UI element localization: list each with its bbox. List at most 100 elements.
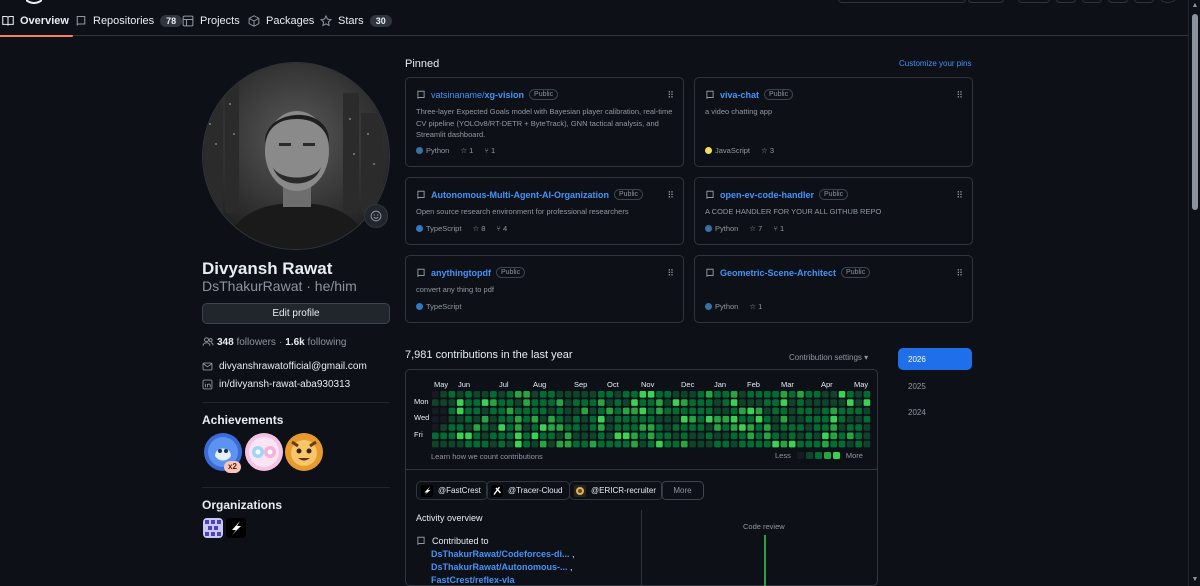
contribution-day-cell[interactable] — [739, 424, 746, 431]
contribution-day-cell[interactable] — [805, 399, 813, 406]
contribution-day-cell[interactable] — [556, 391, 564, 398]
contribution-day-cell[interactable] — [697, 399, 705, 406]
contribution-day-cell[interactable] — [647, 424, 655, 431]
contribution-day-cell[interactable] — [481, 432, 489, 440]
contribution-day-cell[interactable] — [631, 424, 638, 431]
contribution-day-cell[interactable] — [805, 424, 813, 431]
contribution-day-cell[interactable] — [631, 440, 638, 448]
contribution-day-cell[interactable] — [581, 424, 588, 431]
contribution-day-cell[interactable] — [714, 407, 721, 415]
contribution-day-cell[interactable] — [490, 407, 497, 415]
contribution-day-cell[interactable] — [813, 415, 821, 423]
contribution-day-cell[interactable] — [697, 432, 705, 440]
contribution-day-cell[interactable] — [714, 391, 721, 398]
contribution-day-cell[interactable] — [705, 407, 713, 415]
contribution-day-cell[interactable] — [847, 399, 854, 406]
contribution-day-cell[interactable] — [764, 424, 771, 431]
top-search-fragment[interactable] — [838, 0, 966, 3]
organization-avatar[interactable] — [226, 518, 246, 538]
contribution-day-cell[interactable] — [656, 440, 663, 448]
contribution-day-cell[interactable] — [672, 440, 680, 448]
contribution-day-cell[interactable] — [822, 399, 829, 406]
contribution-day-cell[interactable] — [631, 391, 638, 398]
set-status-button[interactable] — [364, 204, 388, 228]
contribution-day-cell[interactable] — [548, 399, 555, 406]
contribution-day-cell[interactable] — [498, 399, 505, 406]
contribution-day-cell[interactable] — [705, 391, 713, 398]
contribution-day-cell[interactable] — [432, 399, 439, 406]
contribution-day-cell[interactable] — [581, 399, 588, 406]
contribution-day-cell[interactable] — [598, 415, 605, 423]
contribution-day-cell[interactable] — [755, 399, 763, 406]
contribution-day-cell[interactable] — [855, 440, 862, 448]
contribution-day-cell[interactable] — [797, 415, 804, 423]
contribution-day-cell[interactable] — [448, 424, 456, 431]
contribution-day-cell[interactable] — [805, 391, 813, 398]
contribution-day-cell[interactable] — [548, 424, 555, 431]
contribution-day-cell[interactable] — [788, 391, 796, 398]
year-button-2026[interactable]: 2026 — [898, 348, 972, 370]
contribution-day-cell[interactable] — [739, 415, 746, 423]
contribution-day-cell[interactable] — [473, 440, 481, 448]
contribution-day-cell[interactable] — [805, 415, 813, 423]
contribution-day-cell[interactable] — [606, 432, 613, 440]
contribution-day-cell[interactable] — [506, 432, 514, 440]
contribution-day-cell[interactable] — [772, 399, 779, 406]
contribution-day-cell[interactable] — [622, 399, 630, 406]
contribution-day-cell[interactable] — [863, 399, 871, 406]
contribution-day-cell[interactable] — [813, 407, 821, 415]
contribution-day-cell[interactable] — [481, 424, 489, 431]
contribution-day-cell[interactable] — [573, 407, 580, 415]
contribution-day-cell[interactable] — [788, 440, 796, 448]
contribution-day-cell[interactable] — [598, 440, 605, 448]
contribution-day-cell[interactable] — [556, 399, 564, 406]
contribution-day-cell[interactable] — [830, 415, 837, 423]
contribution-day-cell[interactable] — [722, 415, 730, 423]
contribution-day-cell[interactable] — [830, 440, 837, 448]
contribution-day-cell[interactable] — [689, 399, 696, 406]
contribution-day-cell[interactable] — [797, 424, 804, 431]
contribution-day-cell[interactable] — [863, 391, 871, 398]
contribution-day-cell[interactable] — [656, 432, 663, 440]
contribution-day-cell[interactable] — [830, 424, 837, 431]
contribution-day-cell[interactable] — [780, 424, 788, 431]
contribution-day-cell[interactable] — [531, 432, 539, 440]
contribution-day-cell[interactable] — [573, 440, 580, 448]
pinned-repo-card[interactable]: Autonomous-Multi-Agent-AI-Organization P… — [405, 177, 684, 245]
contribution-day-cell[interactable] — [755, 407, 763, 415]
contribution-day-cell[interactable] — [855, 432, 862, 440]
contribution-day-cell[interactable] — [456, 432, 464, 440]
contribution-day-cell[interactable] — [631, 432, 638, 440]
contribution-day-cell[interactable] — [556, 407, 564, 415]
contribution-day-cell[interactable] — [863, 432, 871, 440]
contribution-day-cell[interactable] — [473, 399, 481, 406]
pinned-repo-card[interactable]: viva-chat Public ⠿ a video chatting app … — [694, 77, 973, 167]
contribution-day-cell[interactable] — [705, 424, 713, 431]
contribution-day-cell[interactable] — [564, 424, 572, 431]
contribution-day-cell[interactable] — [664, 440, 671, 448]
contribution-day-cell[interactable] — [606, 424, 613, 431]
contribution-day-cell[interactable] — [606, 407, 613, 415]
contribution-day-cell[interactable] — [656, 407, 663, 415]
contribution-day-cell[interactable] — [722, 432, 730, 440]
contribution-day-cell[interactable] — [622, 391, 630, 398]
achievement-badge[interactable] — [284, 432, 324, 472]
contribution-day-cell[interactable] — [606, 440, 613, 448]
contribution-day-cell[interactable] — [722, 407, 730, 415]
contribution-day-cell[interactable] — [589, 424, 597, 431]
contribution-day-cell[interactable] — [490, 440, 497, 448]
contribution-day-cell[interactable] — [564, 432, 572, 440]
contribution-day-cell[interactable] — [556, 424, 564, 431]
contribution-day-cell[interactable] — [498, 432, 505, 440]
contribution-day-cell[interactable] — [598, 432, 605, 440]
contribution-day-cell[interactable] — [813, 424, 821, 431]
contribution-day-cell[interactable] — [647, 432, 655, 440]
contribution-day-cell[interactable] — [747, 424, 754, 431]
drag-handle-icon[interactable]: ⠿ — [667, 90, 674, 101]
contribution-day-cell[interactable] — [564, 407, 572, 415]
contribution-day-cell[interactable] — [822, 424, 829, 431]
contribution-day-cell[interactable] — [614, 391, 622, 398]
repo-stars-link[interactable]: ☆ 1 — [749, 302, 762, 311]
contribution-day-cell[interactable] — [523, 399, 530, 406]
contribution-day-cell[interactable] — [847, 424, 854, 431]
